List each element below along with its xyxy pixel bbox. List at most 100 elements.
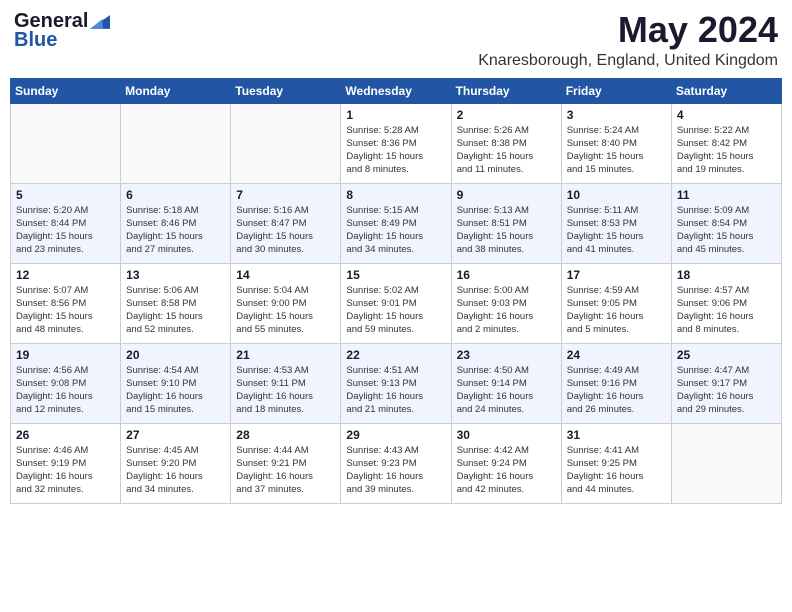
- day-info: Sunrise: 4:45 AM Sunset: 9:20 PM Dayligh…: [126, 444, 225, 497]
- day-info: Sunrise: 5:20 AM Sunset: 8:44 PM Dayligh…: [16, 204, 115, 257]
- day-number: 17: [567, 268, 666, 282]
- calendar-cell: 6Sunrise: 5:18 AM Sunset: 8:46 PM Daylig…: [121, 183, 231, 263]
- day-info: Sunrise: 4:47 AM Sunset: 9:17 PM Dayligh…: [677, 364, 776, 417]
- calendar-cell: 21 Sunrise: 4:53 AM Sunset: 9:11 PM Dayli…: [231, 343, 341, 423]
- calendar-cell: 17 Sunrise: 4:59 AM Sunset: 9:05 PM Dayli…: [561, 263, 671, 343]
- day-number: 7: [236, 188, 335, 202]
- day-info: Sunrise: 4:43 AM Sunset: 9:23 PM Dayligh…: [346, 444, 445, 497]
- day-number: 30: [457, 428, 556, 442]
- day-info: Sunrise: 5:13 AM Sunset: 8:51 PM Dayligh…: [457, 204, 556, 257]
- day-number: 22: [346, 348, 445, 362]
- day-info: Sunrise: 4:41 AM Sunset: 9:25 PM Dayligh…: [567, 444, 666, 497]
- calendar-cell: [231, 103, 341, 183]
- calendar-week-row: 5Sunrise: 5:20 AM Sunset: 8:44 PM Daylig…: [11, 183, 782, 263]
- calendar-cell: [11, 103, 121, 183]
- calendar-week-row: 26 Sunrise: 4:46 AM Sunset: 9:19 PM Dayli…: [11, 423, 782, 503]
- day-info: Sunrise: 5:22 AM Sunset: 8:42 PM Dayligh…: [677, 124, 776, 177]
- column-header-friday: Friday: [561, 78, 671, 103]
- calendar-cell: 14 Sunrise: 5:04 AM Sunset: 9:00 PM Dayli…: [231, 263, 341, 343]
- day-info: Sunrise: 5:00 AM Sunset: 9:03 PM Dayligh…: [457, 284, 556, 337]
- day-number: 8: [346, 188, 445, 202]
- calendar-cell: 19Sunrise: 4:56 AM Sunset: 9:08 PM Dayli…: [11, 343, 121, 423]
- calendar-cell: 28 Sunrise: 4:44 AM Sunset: 9:21 PM Dayli…: [231, 423, 341, 503]
- column-header-thursday: Thursday: [451, 78, 561, 103]
- calendar-cell: 10 Sunrise: 5:11 AM Sunset: 8:53 PM Dayli…: [561, 183, 671, 263]
- calendar-cell: [121, 103, 231, 183]
- day-number: 26: [16, 428, 115, 442]
- day-info: Sunrise: 5:26 AM Sunset: 8:38 PM Dayligh…: [457, 124, 556, 177]
- month-title: May 2024: [478, 10, 778, 50]
- day-number: 27: [126, 428, 225, 442]
- day-info: Sunrise: 4:46 AM Sunset: 9:19 PM Dayligh…: [16, 444, 115, 497]
- day-info: Sunrise: 5:15 AM Sunset: 8:49 PM Dayligh…: [346, 204, 445, 257]
- calendar-cell: 15 Sunrise: 5:02 AM Sunset: 9:01 PM Dayli…: [341, 263, 451, 343]
- day-info: Sunrise: 4:44 AM Sunset: 9:21 PM Dayligh…: [236, 444, 335, 497]
- logo: General Blue: [14, 10, 110, 52]
- day-info: Sunrise: 5:07 AM Sunset: 8:56 PM Dayligh…: [16, 284, 115, 337]
- calendar-cell: 11 Sunrise: 5:09 AM Sunset: 8:54 PM Dayli…: [671, 183, 781, 263]
- day-number: 14: [236, 268, 335, 282]
- day-number: 10: [567, 188, 666, 202]
- calendar-cell: 31 Sunrise: 4:41 AM Sunset: 9:25 PM Dayli…: [561, 423, 671, 503]
- calendar-cell: [671, 423, 781, 503]
- calendar-cell: 7 Sunrise: 5:16 AM Sunset: 8:47 PM Daylig…: [231, 183, 341, 263]
- day-info: Sunrise: 5:18 AM Sunset: 8:46 PM Dayligh…: [126, 204, 225, 257]
- day-number: 13: [126, 268, 225, 282]
- day-number: 12: [16, 268, 115, 282]
- calendar-week-row: 1Sunrise: 5:28 AM Sunset: 8:36 PM Daylig…: [11, 103, 782, 183]
- day-info: Sunrise: 5:06 AM Sunset: 8:58 PM Dayligh…: [126, 284, 225, 337]
- logo-blue-text: Blue: [14, 29, 57, 52]
- day-number: 21: [236, 348, 335, 362]
- day-number: 18: [677, 268, 776, 282]
- column-header-sunday: Sunday: [11, 78, 121, 103]
- calendar-cell: 1Sunrise: 5:28 AM Sunset: 8:36 PM Daylig…: [341, 103, 451, 183]
- calendar-table: SundayMondayTuesdayWednesdayThursdayFrid…: [10, 78, 782, 504]
- day-number: 1: [346, 108, 445, 122]
- day-number: 25: [677, 348, 776, 362]
- calendar-cell: 3Sunrise: 5:24 AM Sunset: 8:40 PM Daylig…: [561, 103, 671, 183]
- title-block: May 2024 Knaresborough, England, United …: [478, 10, 778, 70]
- day-number: 15: [346, 268, 445, 282]
- calendar-cell: 24 Sunrise: 4:49 AM Sunset: 9:16 PM Dayli…: [561, 343, 671, 423]
- day-info: Sunrise: 4:53 AM Sunset: 9:11 PM Dayligh…: [236, 364, 335, 417]
- day-info: Sunrise: 5:16 AM Sunset: 8:47 PM Dayligh…: [236, 204, 335, 257]
- day-info: Sunrise: 4:51 AM Sunset: 9:13 PM Dayligh…: [346, 364, 445, 417]
- day-number: 16: [457, 268, 556, 282]
- day-info: Sunrise: 4:49 AM Sunset: 9:16 PM Dayligh…: [567, 364, 666, 417]
- calendar-cell: 23Sunrise: 4:50 AM Sunset: 9:14 PM Dayli…: [451, 343, 561, 423]
- calendar-cell: 5Sunrise: 5:20 AM Sunset: 8:44 PM Daylig…: [11, 183, 121, 263]
- day-number: 3: [567, 108, 666, 122]
- calendar-cell: 2 Sunrise: 5:26 AM Sunset: 8:38 PM Daylig…: [451, 103, 561, 183]
- calendar-week-row: 19Sunrise: 4:56 AM Sunset: 9:08 PM Dayli…: [11, 343, 782, 423]
- logo-icon: [90, 15, 110, 29]
- day-number: 20: [126, 348, 225, 362]
- day-info: Sunrise: 4:57 AM Sunset: 9:06 PM Dayligh…: [677, 284, 776, 337]
- calendar-cell: 29Sunrise: 4:43 AM Sunset: 9:23 PM Dayli…: [341, 423, 451, 503]
- day-info: Sunrise: 5:09 AM Sunset: 8:54 PM Dayligh…: [677, 204, 776, 257]
- calendar-cell: 8 Sunrise: 5:15 AM Sunset: 8:49 PM Daylig…: [341, 183, 451, 263]
- day-number: 9: [457, 188, 556, 202]
- day-info: Sunrise: 4:50 AM Sunset: 9:14 PM Dayligh…: [457, 364, 556, 417]
- location-title: Knaresborough, England, United Kingdom: [478, 52, 778, 70]
- calendar-cell: 22 Sunrise: 4:51 AM Sunset: 9:13 PM Dayli…: [341, 343, 451, 423]
- column-header-wednesday: Wednesday: [341, 78, 451, 103]
- calendar-cell: 12 Sunrise: 5:07 AM Sunset: 8:56 PM Dayli…: [11, 263, 121, 343]
- day-number: 2: [457, 108, 556, 122]
- day-number: 11: [677, 188, 776, 202]
- day-number: 4: [677, 108, 776, 122]
- day-info: Sunrise: 5:02 AM Sunset: 9:01 PM Dayligh…: [346, 284, 445, 337]
- column-header-saturday: Saturday: [671, 78, 781, 103]
- calendar-cell: 25 Sunrise: 4:47 AM Sunset: 9:17 PM Dayli…: [671, 343, 781, 423]
- day-number: 24: [567, 348, 666, 362]
- day-number: 31: [567, 428, 666, 442]
- day-info: Sunrise: 5:04 AM Sunset: 9:00 PM Dayligh…: [236, 284, 335, 337]
- page-header: General Blue May 2024 Knaresborough, Eng…: [10, 10, 782, 70]
- calendar-cell: 20Sunrise: 4:54 AM Sunset: 9:10 PM Dayli…: [121, 343, 231, 423]
- day-info: Sunrise: 5:11 AM Sunset: 8:53 PM Dayligh…: [567, 204, 666, 257]
- calendar-cell: 30Sunrise: 4:42 AM Sunset: 9:24 PM Dayli…: [451, 423, 561, 503]
- calendar-cell: 18 Sunrise: 4:57 AM Sunset: 9:06 PM Dayli…: [671, 263, 781, 343]
- day-info: Sunrise: 4:59 AM Sunset: 9:05 PM Dayligh…: [567, 284, 666, 337]
- calendar-cell: 16 Sunrise: 5:00 AM Sunset: 9:03 PM Dayli…: [451, 263, 561, 343]
- day-number: 28: [236, 428, 335, 442]
- calendar-cell: 26 Sunrise: 4:46 AM Sunset: 9:19 PM Dayli…: [11, 423, 121, 503]
